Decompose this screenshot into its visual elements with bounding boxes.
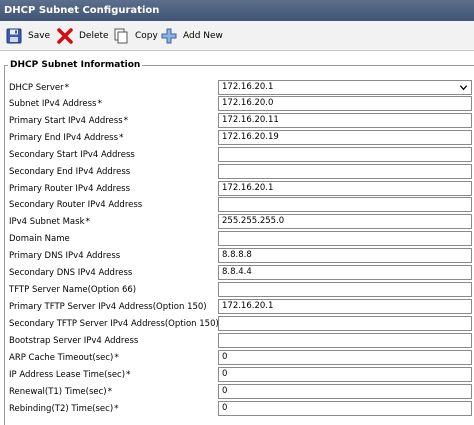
field-row-primary-start: Primary Start IPv4 Address* 172.16.20.11 [0,113,474,130]
primary-end-input[interactable]: 172.16.20.19 [218,130,472,145]
chevron-down-icon [459,85,468,91]
save-button[interactable]: Save [6,25,50,47]
field-row-secondary-router: Secondary Router IPv4 Address [0,197,474,214]
field-row-dhcp-server: DHCP Server* 172.16.20.1 [0,80,474,97]
field-label: Secondary TFTP Server IPv4 Address(Optio… [9,319,219,329]
field-label: Primary Start IPv4 Address* [9,116,129,126]
section-title: DHCP Subnet Information [8,60,143,70]
copy-icon [114,28,128,44]
field-row-primary-router: Primary Router IPv4 Address 172.16.20.1 [0,181,474,198]
primary-start-input[interactable]: 172.16.20.11 [218,113,472,128]
copy-button[interactable]: Copy [113,25,158,47]
add-new-button[interactable]: Add New [161,25,223,47]
field-row-secondary-start: Secondary Start IPv4 Address [0,147,474,164]
save-icon [6,28,22,44]
field-label: IP Address Lease Time(sec)* [9,370,131,380]
primary-dns-input[interactable]: 8.8.8.8 [218,248,472,263]
field-row-primary-end: Primary End IPv4 Address* 172.16.20.19 [0,130,474,147]
field-label: DHCP Server* [9,83,70,93]
field-row-secondary-tftp: Secondary TFTP Server IPv4 Address(Optio… [0,316,474,333]
lease-time-input[interactable]: 0 [218,367,472,382]
bootstrap-server-input[interactable] [218,333,472,348]
field-label: Bootstrap Server IPv4 Address [9,336,139,346]
field-row-subnet-mask: IPv4 Subnet Mask* 255.255.255.0 [0,214,474,231]
field-row-rebinding: Rebinding(T2) Time(sec)* 0 [0,401,474,418]
delete-button[interactable]: Delete [57,25,109,47]
secondary-tftp-input[interactable] [218,316,472,331]
field-row-arp-timeout: ARP Cache Timeout(sec)* 0 [0,350,474,367]
add-plus-icon [161,28,177,44]
field-row-bootstrap: Bootstrap Server IPv4 Address [0,333,474,350]
field-label: Secondary Start IPv4 Address [9,150,135,160]
toolbar: Save Delete Copy Add New [0,21,474,51]
tftp-server-name-input[interactable] [218,282,472,297]
field-row-primary-tftp: Primary TFTP Server IPv4 Address(Option … [0,299,474,316]
secondary-dns-input[interactable]: 8.8.4.4 [218,265,472,280]
copy-label: Copy [135,31,158,41]
field-label: Primary End IPv4 Address* [9,133,124,143]
subnet-mask-input[interactable]: 255.255.255.0 [218,214,472,229]
delete-label: Delete [79,31,109,41]
primary-router-input[interactable]: 172.16.20.1 [218,181,472,196]
field-row-secondary-end: Secondary End IPv4 Address [0,164,474,181]
field-row-domain-name: Domain Name [0,231,474,248]
field-label: Secondary DNS IPv4 Address [9,268,133,278]
field-label: Primary DNS IPv4 Address [9,251,121,261]
rebinding-time-input[interactable]: 0 [218,401,472,416]
primary-tftp-input[interactable]: 172.16.20.1 [218,299,472,314]
field-label: Primary Router IPv4 Address [9,184,131,194]
field-label: Rebinding(T2) Time(sec)* [9,404,119,414]
add-new-label: Add New [183,31,223,41]
field-label: Domain Name [9,234,70,244]
field-label: Renewal(T1) Time(sec)* [9,387,113,397]
arp-cache-timeout-input[interactable]: 0 [218,350,472,365]
field-row-secondary-dns: Secondary DNS IPv4 Address 8.8.4.4 [0,265,474,282]
dhcp-server-select[interactable]: 172.16.20.1 [218,80,472,95]
renewal-time-input[interactable]: 0 [218,384,472,399]
field-row-subnet: Subnet IPv4 Address* 172.16.20.0 [0,96,474,113]
field-label: Subnet IPv4 Address* [9,99,102,109]
secondary-end-input[interactable] [218,164,472,179]
field-label: Secondary Router IPv4 Address [9,200,143,210]
field-label: Secondary End IPv4 Address [9,167,131,177]
field-label: Primary TFTP Server IPv4 Address(Option … [9,302,207,312]
field-row-primary-dns: Primary DNS IPv4 Address 8.8.8.8 [0,248,474,265]
domain-name-input[interactable] [218,231,472,246]
field-label: TFTP Server Name(Option 66) [9,285,137,295]
save-label: Save [28,31,51,41]
secondary-start-input[interactable] [218,147,472,162]
secondary-router-input[interactable] [218,197,472,212]
field-label: IPv4 Subnet Mask* [9,217,90,227]
delete-x-icon [57,28,73,44]
field-row-renewal: Renewal(T1) Time(sec)* 0 [0,384,474,401]
field-row-tftp-name: TFTP Server Name(Option 66) [0,282,474,299]
field-label: ARP Cache Timeout(sec)* [9,353,119,363]
field-row-lease-time: IP Address Lease Time(sec)* 0 [0,367,474,384]
subnet-ipv4-input[interactable]: 172.16.20.0 [218,96,472,111]
window-title: DHCP Subnet Configuration [0,0,474,21]
